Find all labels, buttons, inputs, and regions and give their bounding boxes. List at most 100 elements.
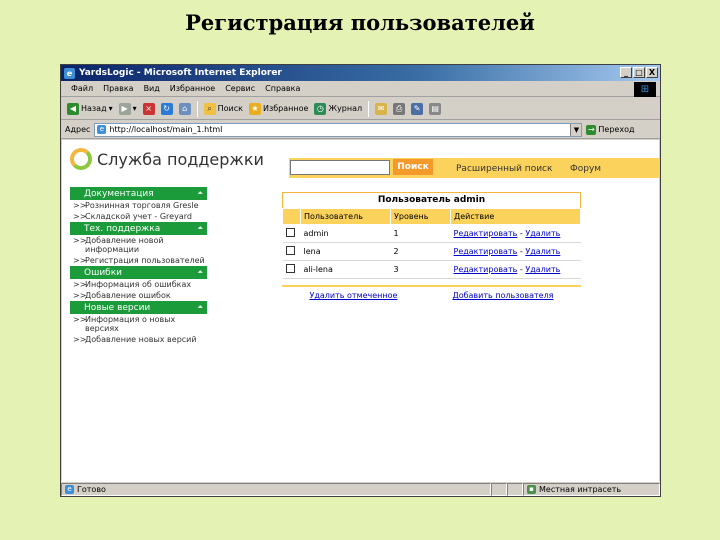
site-brand[interactable]: Служба поддержки: [70, 148, 264, 170]
edit-link[interactable]: Редактировать: [454, 229, 518, 238]
minimize-button[interactable]: _: [620, 67, 632, 78]
collapse-icon[interactable]: ⏶: [197, 189, 203, 198]
print-icon[interactable]: ⎙: [393, 102, 406, 115]
stop-icon[interactable]: ×: [142, 102, 155, 115]
delete-link[interactable]: Удалить: [525, 265, 560, 274]
collapse-icon[interactable]: ⏶: [197, 268, 203, 277]
menu-tools[interactable]: Сервис: [225, 84, 255, 93]
sidebar-section-versions[interactable]: Новые версии ⏶: [70, 301, 207, 314]
table-row: lena 2 Редактировать - Удалить: [282, 242, 581, 261]
menu-help[interactable]: Справка: [265, 84, 300, 93]
collapse-icon[interactable]: ⏶: [197, 303, 203, 312]
forum-link[interactable]: Форум: [570, 164, 601, 174]
sidebar-section-support[interactable]: Тех. поддержка ⏶: [70, 222, 207, 235]
edit-link[interactable]: Редактировать: [454, 265, 518, 274]
sidebar-item[interactable]: >> Добавление ошибок: [70, 290, 207, 301]
history-icon: ◷: [314, 102, 327, 115]
close-button[interactable]: X: [646, 67, 658, 78]
site-search-input[interactable]: [290, 160, 390, 175]
mail-icon[interactable]: ✉: [375, 102, 388, 115]
action-cell: Редактировать - Удалить: [450, 260, 581, 279]
menu-edit[interactable]: Правка: [103, 84, 133, 93]
status-text: Готово: [77, 484, 106, 494]
edit-link[interactable]: Редактировать: [454, 247, 518, 256]
row-checkbox[interactable]: [285, 246, 295, 255]
address-bar: Адрес e http://localhost/main_1.html ▼ →…: [61, 121, 660, 139]
header-action: Действие: [450, 208, 581, 225]
section-title: Новые версии: [84, 302, 151, 313]
sidebar-section-docs[interactable]: Документация ⏶: [70, 187, 207, 200]
delete-link[interactable]: Удалить: [525, 229, 560, 238]
double-arrow-icon: >>: [73, 280, 87, 289]
search-icon: ⌕: [203, 102, 216, 115]
sidebar-item[interactable]: >> Рознинная торговля Gresle: [70, 200, 207, 211]
swirl-logo-icon: [70, 148, 92, 170]
search-label: Поиск: [217, 104, 243, 113]
go-button[interactable]: → Переход: [586, 124, 635, 135]
history-button[interactable]: ◷ Журнал: [314, 102, 363, 115]
address-input[interactable]: e http://localhost/main_1.html ▼: [94, 122, 583, 137]
menu-view[interactable]: Вид: [144, 84, 160, 93]
windows-logo-icon: ⊞: [634, 82, 656, 97]
brand-name: Служба поддержки: [97, 149, 264, 169]
double-arrow-icon: >>: [73, 212, 87, 221]
status-cell: [507, 482, 523, 496]
history-label: Журнал: [328, 104, 363, 113]
menu-file[interactable]: Файл: [71, 84, 93, 93]
section-title: Документация: [84, 188, 154, 199]
chevron-down-icon: ▾: [132, 104, 137, 113]
chevron-down-icon[interactable]: ▼: [570, 123, 582, 136]
sidebar-item[interactable]: >> Складской учет - Greyard: [70, 211, 207, 222]
refresh-icon[interactable]: ↻: [160, 102, 173, 115]
collapse-icon[interactable]: ⏶: [197, 224, 203, 233]
sidebar-item[interactable]: >> Добавление новых версий: [70, 334, 207, 345]
double-arrow-icon: >>: [73, 201, 87, 210]
discuss-icon[interactable]: ▤: [429, 102, 442, 115]
sidebar-item[interactable]: >> Информация об ошибках: [70, 279, 207, 290]
table-header-row: Пользователь Уровень Действие: [282, 208, 581, 225]
forward-button[interactable]: ▶ ▾: [118, 102, 137, 115]
header-user: Пользователь: [300, 208, 391, 225]
status-bar: e Готово ▪ Местная интрасеть: [61, 481, 660, 496]
page-content: Служба поддержки Поиск Расширенный поиск…: [62, 140, 659, 482]
ie-logo-icon: e: [64, 67, 75, 79]
status-text-cell: e Готово: [61, 482, 491, 496]
delete-selected-link[interactable]: Удалить отмеченное: [309, 291, 397, 300]
users-table: Пользователь Уровень Действие admin 1 Ре…: [282, 208, 581, 279]
delete-link[interactable]: Удалить: [525, 247, 560, 256]
row-checkbox[interactable]: [285, 264, 295, 273]
table-row: ali-lena 3 Редактировать - Удалить: [282, 260, 581, 279]
site-search-button[interactable]: Поиск: [393, 159, 433, 175]
sidebar-item[interactable]: >> Информация о новых версиях: [70, 314, 207, 334]
add-user-link[interactable]: Добавить пользователя: [452, 291, 553, 300]
edit-icon[interactable]: ✎: [411, 102, 424, 115]
level-cell: 1: [390, 224, 451, 243]
section-title: Ошибки: [84, 267, 123, 278]
back-label: Назад: [81, 104, 107, 113]
maximize-button[interactable]: □: [633, 67, 645, 78]
back-button[interactable]: ◀ Назад ▾: [67, 102, 113, 115]
back-arrow-icon: ◀: [67, 102, 79, 115]
status-cell: [491, 482, 507, 496]
browser-window: e YardsLogic - Microsoft Internet Explor…: [60, 64, 661, 497]
search-button[interactable]: ⌕ Поиск: [203, 102, 243, 115]
user-cell: admin: [300, 224, 391, 243]
sidebar-item-label: Добавление новой информации: [85, 236, 164, 254]
sidebar-item[interactable]: >> Добавление новой информации: [70, 235, 207, 255]
header-level: Уровень: [390, 208, 451, 225]
sidebar-section-errors[interactable]: Ошибки ⏶: [70, 266, 207, 279]
favorites-button[interactable]: ★ Избранное: [248, 102, 308, 115]
sidebar-item[interactable]: >> Регистрация пользователей: [70, 255, 207, 266]
address-label: Адрес: [65, 125, 91, 134]
row-checkbox[interactable]: [285, 228, 295, 237]
toolbar: ◀ Назад ▾ ▶ ▾ × ↻ ⌂ ⌕ Поиск ★ Избранное …: [61, 98, 660, 120]
favorites-icon: ★: [248, 102, 261, 115]
intranet-icon: ▪: [527, 484, 536, 494]
home-icon[interactable]: ⌂: [178, 102, 191, 115]
advanced-search-link[interactable]: Расширенный поиск: [456, 164, 552, 174]
chevron-down-icon: ▾: [108, 104, 113, 113]
panel-title: Пользователь admin: [282, 192, 581, 208]
status-zone: Местная интрасеть: [539, 484, 622, 494]
action-cell: Редактировать - Удалить: [450, 242, 581, 261]
menu-favorites[interactable]: Избранное: [170, 84, 215, 93]
